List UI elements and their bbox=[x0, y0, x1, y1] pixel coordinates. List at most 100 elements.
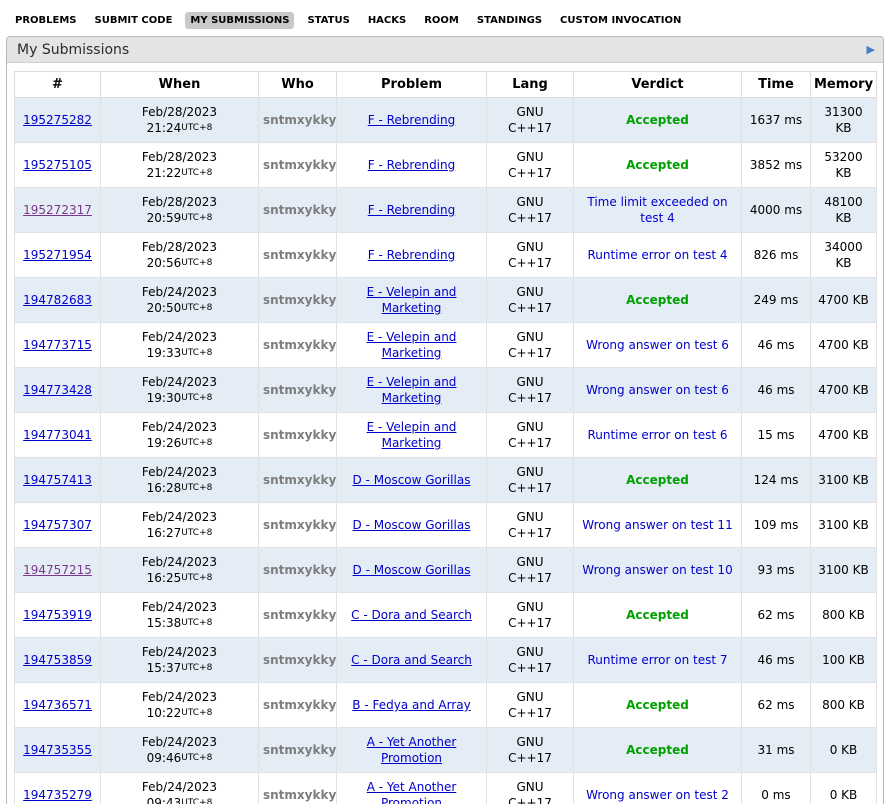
submission-id-link[interactable]: 194735279 bbox=[23, 788, 92, 802]
nav-item-room[interactable]: ROOM bbox=[419, 12, 464, 29]
problem-link[interactable]: A - Yet Another Promotion bbox=[341, 734, 482, 766]
column-header-time: Time bbox=[742, 72, 811, 98]
submission-exec-time: 15 ms bbox=[742, 413, 811, 458]
submission-problem-cell: D - Moscow Gorillas bbox=[337, 503, 487, 548]
table-wrap: #WhenWhoProblemLangVerdictTimeMemory 195… bbox=[7, 63, 883, 804]
submission-exec-time: 46 ms bbox=[742, 368, 811, 413]
panel-header: My Submissions ▶ bbox=[7, 37, 883, 63]
submission-id-link[interactable]: 194757413 bbox=[23, 473, 92, 487]
lang-label: GNU C++17 bbox=[507, 149, 553, 181]
submission-when: Feb/28/2023 21:22UTC+8 bbox=[101, 143, 259, 188]
submission-when: Feb/24/2023 19:30UTC+8 bbox=[101, 368, 259, 413]
column-header-problem: Problem bbox=[337, 72, 487, 98]
submission-who-link[interactable]: sntmxykky bbox=[263, 158, 336, 172]
problem-link[interactable]: C - Dora and Search bbox=[351, 652, 472, 668]
submission-id-link[interactable]: 194773041 bbox=[23, 428, 92, 442]
submission-exec-time: 124 ms bbox=[742, 458, 811, 503]
lang-label: GNU C++17 bbox=[507, 419, 553, 451]
table-row: 194782683 Feb/24/2023 20:50UTC+8 sntmxyk… bbox=[15, 278, 877, 323]
problem-link[interactable]: A - Yet Another Promotion bbox=[341, 779, 482, 804]
submission-who-link[interactable]: sntmxykky bbox=[263, 788, 336, 802]
submission-date: Feb/24/2023 bbox=[105, 509, 254, 525]
table-row: 194757307 Feb/24/2023 16:27UTC+8 sntmxyk… bbox=[15, 503, 877, 548]
problem-link[interactable]: F - Rebrending bbox=[368, 157, 456, 173]
submission-id-link[interactable]: 194782683 bbox=[23, 293, 92, 307]
submission-id-link[interactable]: 194753859 bbox=[23, 653, 92, 667]
submission-id-link[interactable]: 194736571 bbox=[23, 698, 92, 712]
problem-link[interactable]: E - Velepin and Marketing bbox=[341, 329, 482, 361]
submission-who-link[interactable]: sntmxykky bbox=[263, 563, 336, 577]
submission-memory: 800 KB bbox=[811, 683, 877, 728]
submission-id-link[interactable]: 194773715 bbox=[23, 338, 92, 352]
submission-id-link[interactable]: 195275105 bbox=[23, 158, 92, 172]
submission-id-link[interactable]: 194773428 bbox=[23, 383, 92, 397]
problem-link[interactable]: D - Moscow Gorillas bbox=[353, 562, 471, 578]
submission-id-link[interactable]: 194753919 bbox=[23, 608, 92, 622]
problem-link[interactable]: E - Velepin and Marketing bbox=[341, 419, 482, 451]
problem-link[interactable]: E - Velepin and Marketing bbox=[341, 374, 482, 406]
problem-link[interactable]: D - Moscow Gorillas bbox=[353, 517, 471, 533]
table-header-row: #WhenWhoProblemLangVerdictTimeMemory bbox=[15, 72, 877, 98]
submission-id-cell: 195272317 bbox=[15, 188, 101, 233]
nav-item-standings[interactable]: STANDINGS bbox=[472, 12, 547, 29]
submission-who-link[interactable]: sntmxykky bbox=[263, 428, 336, 442]
submission-verdict: Accepted bbox=[574, 458, 742, 503]
lang-label: GNU C++17 bbox=[507, 284, 553, 316]
collapse-right-arrow-icon[interactable]: ▶ bbox=[867, 44, 875, 55]
submission-lang: GNU C++17 bbox=[487, 503, 574, 548]
submission-id-cell: 194773428 bbox=[15, 368, 101, 413]
submission-time-of-day: 16:28 bbox=[147, 481, 182, 495]
table-row: 195275282 Feb/28/2023 21:24UTC+8 sntmxyk… bbox=[15, 98, 877, 143]
submission-when: Feb/24/2023 09:46UTC+8 bbox=[101, 728, 259, 773]
submission-time-of-day: 19:33 bbox=[147, 346, 182, 360]
submission-who-cell: sntmxykky bbox=[259, 98, 337, 143]
submission-id-link[interactable]: 194757215 bbox=[23, 563, 92, 577]
submission-problem-cell: F - Rebrending bbox=[337, 188, 487, 233]
submission-memory: 4700 KB bbox=[811, 368, 877, 413]
submission-id-link[interactable]: 195275282 bbox=[23, 113, 92, 127]
submission-id-link[interactable]: 195271954 bbox=[23, 248, 92, 262]
submission-who-link[interactable]: sntmxykky bbox=[263, 608, 336, 622]
table-row: 194773715 Feb/24/2023 19:33UTC+8 sntmxyk… bbox=[15, 323, 877, 368]
submission-who-link[interactable]: sntmxykky bbox=[263, 473, 336, 487]
submission-problem-cell: E - Velepin and Marketing bbox=[337, 278, 487, 323]
submission-verdict: Accepted bbox=[574, 98, 742, 143]
timezone-label: UTC+8 bbox=[181, 168, 212, 178]
submission-id-link[interactable]: 195272317 bbox=[23, 203, 92, 217]
problem-link[interactable]: F - Rebrending bbox=[368, 247, 456, 263]
submission-who-link[interactable]: sntmxykky bbox=[263, 203, 336, 217]
submission-who-link[interactable]: sntmxykky bbox=[263, 383, 336, 397]
table-row: 194773041 Feb/24/2023 19:26UTC+8 sntmxyk… bbox=[15, 413, 877, 458]
submission-who-link[interactable]: sntmxykky bbox=[263, 113, 336, 127]
submission-who-link[interactable]: sntmxykky bbox=[263, 698, 336, 712]
nav-item-hacks[interactable]: HACKS bbox=[363, 12, 411, 29]
nav-item-submit-code[interactable]: SUBMIT CODE bbox=[90, 12, 178, 29]
nav-item-my-submissions[interactable]: MY SUBMISSIONS bbox=[185, 12, 294, 29]
timezone-label: UTC+8 bbox=[181, 348, 212, 358]
verdict-label: Wrong answer on test 10 bbox=[582, 563, 732, 577]
submission-who-link[interactable]: sntmxykky bbox=[263, 653, 336, 667]
submission-problem-cell: C - Dora and Search bbox=[337, 593, 487, 638]
submission-problem-cell: A - Yet Another Promotion bbox=[337, 728, 487, 773]
problem-link[interactable]: D - Moscow Gorillas bbox=[353, 472, 471, 488]
problem-link[interactable]: F - Rebrending bbox=[368, 202, 456, 218]
problem-link[interactable]: F - Rebrending bbox=[368, 112, 456, 128]
problem-link[interactable]: E - Velepin and Marketing bbox=[341, 284, 482, 316]
timezone-label: UTC+8 bbox=[181, 528, 212, 538]
timezone-label: UTC+8 bbox=[181, 618, 212, 628]
submission-id-link[interactable]: 194757307 bbox=[23, 518, 92, 532]
submission-id-link[interactable]: 194735355 bbox=[23, 743, 92, 757]
submission-who-link[interactable]: sntmxykky bbox=[263, 518, 336, 532]
submission-who-link[interactable]: sntmxykky bbox=[263, 743, 336, 757]
nav-item-status[interactable]: STATUS bbox=[302, 12, 354, 29]
nav-item-problems[interactable]: PROBLEMS bbox=[10, 12, 82, 29]
submission-lang: GNU C++17 bbox=[487, 593, 574, 638]
submissions-panel: My Submissions ▶ #WhenWhoProblemLangVerd… bbox=[6, 36, 884, 804]
submission-who-link[interactable]: sntmxykky bbox=[263, 338, 336, 352]
timezone-label: UTC+8 bbox=[181, 123, 212, 133]
problem-link[interactable]: B - Fedya and Array bbox=[352, 697, 470, 713]
problem-link[interactable]: C - Dora and Search bbox=[351, 607, 472, 623]
nav-item-custom-invocation[interactable]: CUSTOM INVOCATION bbox=[555, 12, 686, 29]
submission-who-link[interactable]: sntmxykky bbox=[263, 293, 336, 307]
submission-who-link[interactable]: sntmxykky bbox=[263, 248, 336, 262]
